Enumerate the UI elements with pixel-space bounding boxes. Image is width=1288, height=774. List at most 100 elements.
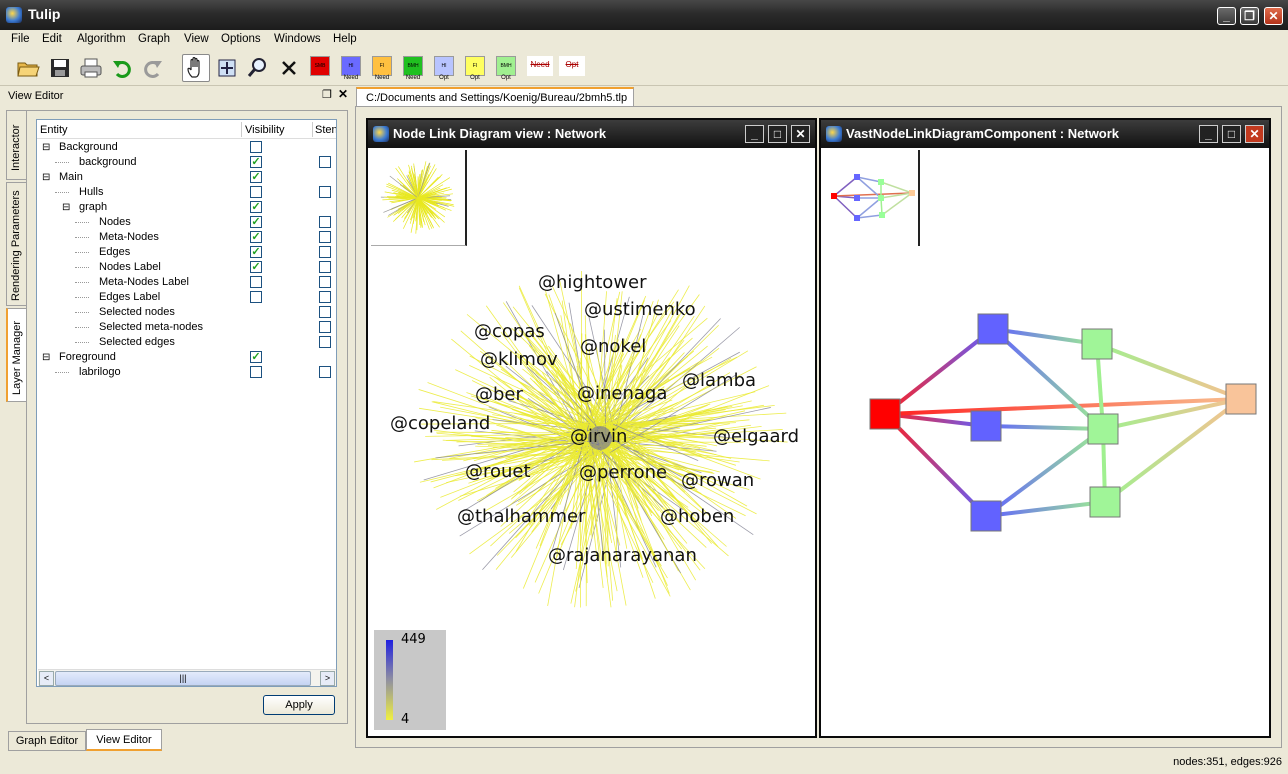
tree-row[interactable]: Meta-Nodes Label bbox=[37, 275, 336, 290]
node[interactable] bbox=[1089, 486, 1121, 518]
tree-row[interactable]: Selected nodes bbox=[37, 305, 336, 320]
node[interactable] bbox=[970, 500, 1002, 532]
save-icon[interactable] bbox=[46, 54, 74, 82]
menu-help[interactable]: Help bbox=[333, 33, 357, 45]
toolbar-chip-2[interactable]: FI bbox=[372, 56, 392, 76]
horizontal-scrollbar[interactable]: < ||| > bbox=[38, 669, 336, 686]
stencil-checkbox[interactable] bbox=[319, 216, 331, 228]
tab-interactor[interactable]: Interactor bbox=[6, 110, 26, 180]
view1-minimize-icon[interactable]: _ bbox=[745, 125, 764, 143]
hand-tool-icon[interactable] bbox=[182, 54, 210, 82]
visibility-checkbox[interactable] bbox=[250, 201, 262, 213]
stencil-checkbox[interactable] bbox=[319, 321, 331, 333]
open-folder-icon[interactable] bbox=[14, 54, 42, 82]
visibility-checkbox[interactable] bbox=[250, 366, 262, 378]
stencil-checkbox[interactable] bbox=[319, 291, 331, 303]
tree-row[interactable]: ⊟ Main bbox=[37, 170, 336, 185]
view1-overview[interactable] bbox=[371, 150, 467, 246]
collapse-icon[interactable]: ⊟ bbox=[62, 200, 70, 215]
tab-rendering-parameters[interactable]: Rendering Parameters bbox=[6, 182, 26, 306]
visibility-checkbox[interactable] bbox=[250, 246, 262, 258]
menu-options[interactable]: Options bbox=[221, 33, 261, 45]
tree-row[interactable]: Selected edges bbox=[37, 335, 336, 350]
tree-row[interactable]: Edges bbox=[37, 245, 336, 260]
view2-minimize-icon[interactable]: _ bbox=[1199, 125, 1218, 143]
view2-overview[interactable] bbox=[824, 150, 920, 246]
toolbar-chip-0[interactable]: SMB bbox=[310, 56, 330, 76]
scroll-thumb[interactable]: ||| bbox=[55, 671, 311, 686]
tree-row[interactable]: Selected meta-nodes bbox=[37, 320, 336, 335]
tree-row[interactable]: Nodes bbox=[37, 215, 336, 230]
collapse-icon[interactable]: ⊟ bbox=[42, 170, 50, 185]
stencil-checkbox[interactable] bbox=[319, 231, 331, 243]
tree-row[interactable]: Meta-Nodes bbox=[37, 230, 336, 245]
tab-view-editor[interactable]: View Editor bbox=[86, 729, 162, 751]
tree-row[interactable]: ⊟ Background bbox=[37, 140, 336, 155]
visibility-checkbox[interactable] bbox=[250, 276, 262, 288]
visibility-checkbox[interactable] bbox=[250, 141, 262, 153]
view1-close-icon[interactable]: ✕ bbox=[791, 125, 810, 143]
tab-layer-manager[interactable]: Layer Manager bbox=[6, 308, 26, 402]
view1-maximize-icon[interactable]: □ bbox=[768, 125, 787, 143]
float-icon[interactable]: ❐ bbox=[322, 88, 332, 101]
toolbar-chip-5[interactable]: FI bbox=[465, 56, 485, 76]
stencil-checkbox[interactable] bbox=[319, 336, 331, 348]
scroll-left-icon[interactable]: < bbox=[39, 671, 54, 686]
view2-maximize-icon[interactable]: □ bbox=[1222, 125, 1241, 143]
stencil-checkbox[interactable] bbox=[319, 366, 331, 378]
visibility-checkbox[interactable] bbox=[250, 171, 262, 183]
toolbar-chip-7[interactable]: Need bbox=[527, 56, 553, 76]
visibility-checkbox[interactable] bbox=[250, 261, 262, 273]
tree-row[interactable]: Edges Label bbox=[37, 290, 336, 305]
toolbar-chip-8[interactable]: Opt bbox=[559, 56, 585, 76]
view2-close-icon[interactable]: ✕ bbox=[1245, 125, 1264, 143]
close-icon[interactable]: ✕ bbox=[1264, 7, 1283, 25]
visibility-checkbox[interactable] bbox=[250, 231, 262, 243]
scroll-right-icon[interactable]: > bbox=[320, 671, 335, 686]
undo-icon[interactable] bbox=[108, 54, 136, 82]
menu-edit[interactable]: Edit bbox=[42, 33, 62, 45]
node[interactable] bbox=[970, 410, 1002, 442]
close-pane-icon[interactable]: ✕ bbox=[338, 87, 348, 101]
print-icon[interactable] bbox=[77, 54, 105, 82]
menu-file[interactable]: File bbox=[11, 33, 30, 45]
magnifier-icon[interactable] bbox=[244, 54, 272, 82]
toolbar-chip-1[interactable]: HI bbox=[341, 56, 361, 76]
node[interactable] bbox=[869, 398, 901, 430]
stencil-checkbox[interactable] bbox=[319, 306, 331, 318]
toolbar-chip-3[interactable]: BMH bbox=[403, 56, 423, 76]
collapse-icon[interactable]: ⊟ bbox=[42, 350, 50, 365]
maximize-icon[interactable]: ❐ bbox=[1240, 7, 1259, 25]
tree-row[interactable]: background bbox=[37, 155, 336, 170]
visibility-checkbox[interactable] bbox=[250, 216, 262, 228]
visibility-checkbox[interactable] bbox=[250, 291, 262, 303]
menu-view[interactable]: View bbox=[184, 33, 209, 45]
redo-icon[interactable] bbox=[139, 54, 167, 82]
tab-graph-editor[interactable]: Graph Editor bbox=[8, 731, 86, 751]
tree-row[interactable]: labrilogo bbox=[37, 365, 336, 380]
col-visibility[interactable]: Visibility bbox=[245, 124, 285, 136]
node[interactable] bbox=[1081, 328, 1113, 360]
menu-algorithm[interactable]: Algorithm bbox=[77, 33, 126, 45]
collapse-icon[interactable]: ⊟ bbox=[42, 140, 50, 155]
toolbar-chip-4[interactable]: HI bbox=[434, 56, 454, 76]
stencil-checkbox[interactable] bbox=[319, 276, 331, 288]
tree-row[interactable]: ⊟ graph bbox=[37, 200, 336, 215]
apply-button[interactable]: Apply bbox=[263, 695, 335, 715]
visibility-checkbox[interactable] bbox=[250, 186, 262, 198]
document-tab[interactable]: C:/Documents and Settings/Koenig/Bureau/… bbox=[356, 87, 634, 107]
tree-row[interactable]: ⊟ Foreground bbox=[37, 350, 336, 365]
menu-windows[interactable]: Windows bbox=[274, 33, 321, 45]
stencil-checkbox[interactable] bbox=[319, 261, 331, 273]
tree-row[interactable]: Nodes Label bbox=[37, 260, 336, 275]
node[interactable] bbox=[1087, 413, 1119, 445]
node[interactable] bbox=[977, 313, 1009, 345]
stencil-checkbox[interactable] bbox=[319, 186, 331, 198]
col-stencil[interactable]: Stencil bbox=[315, 124, 336, 136]
stencil-checkbox[interactable] bbox=[319, 246, 331, 258]
minimize-icon[interactable]: _ bbox=[1217, 7, 1236, 25]
tree-row[interactable]: Hulls bbox=[37, 185, 336, 200]
visibility-checkbox[interactable] bbox=[250, 156, 262, 168]
fit-zoom-icon[interactable] bbox=[213, 54, 241, 82]
toolbar-chip-6[interactable]: BMH bbox=[496, 56, 516, 76]
